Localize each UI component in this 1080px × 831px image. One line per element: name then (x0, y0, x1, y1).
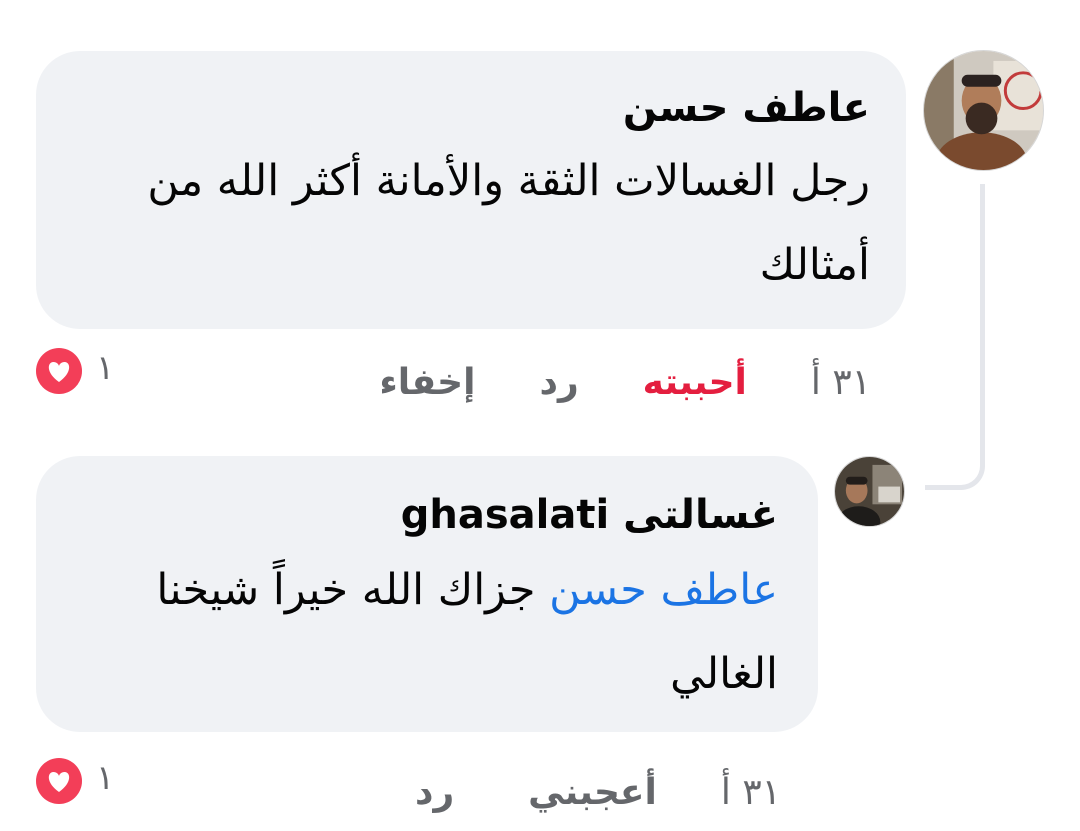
comment-author[interactable]: غسالتى ghasalati (76, 488, 778, 542)
mention-link[interactable]: عاطف حسن (549, 565, 778, 615)
reply-button[interactable]: رد (415, 772, 454, 813)
thread-connector-line (925, 184, 985, 490)
reaction-count: ١ (96, 348, 115, 388)
reaction-count: ١ (96, 758, 115, 798)
reaction-summary[interactable]: ١ (34, 756, 114, 806)
comment-timestamp[interactable]: ٣١ أ (721, 772, 781, 813)
comment-bubble: عاطف حسن رجل الغسالات الثقة والأمانة أكث… (36, 51, 906, 329)
comment-bubble: غسالتى ghasalati عاطف حسن جزاك الله خيرا… (36, 456, 818, 732)
love-button[interactable]: أحببته (643, 362, 747, 403)
comment-text: رجل الغسالات الثقة والأمانة أكثر الله من… (147, 156, 870, 290)
reply-button[interactable]: رد (539, 362, 578, 403)
avatar[interactable] (923, 50, 1044, 171)
comment-text: عاطف حسن جزاك الله خيراً شيخنا الغالي (76, 548, 778, 716)
love-reaction-icon (34, 756, 84, 806)
comment-actions: ٣١ أ أعجبني رد (415, 762, 781, 822)
avatar-photo-icon (835, 457, 904, 526)
comment-timestamp[interactable]: ٣١ أ (811, 362, 871, 403)
reaction-summary[interactable]: ١ (34, 346, 114, 396)
comment-thread: عاطف حسن رجل الغسالات الثقة والأمانة أكث… (0, 0, 1080, 831)
avatar-photo-icon (924, 51, 1043, 170)
love-reaction-icon (34, 346, 84, 396)
comment-actions: ٣١ أ أحببته رد إخفاء (379, 352, 871, 412)
like-button[interactable]: أعجبني (528, 772, 657, 813)
comment-author[interactable]: عاطف حسن (72, 81, 870, 135)
hide-button[interactable]: إخفاء (379, 362, 475, 403)
avatar[interactable] (834, 456, 905, 527)
